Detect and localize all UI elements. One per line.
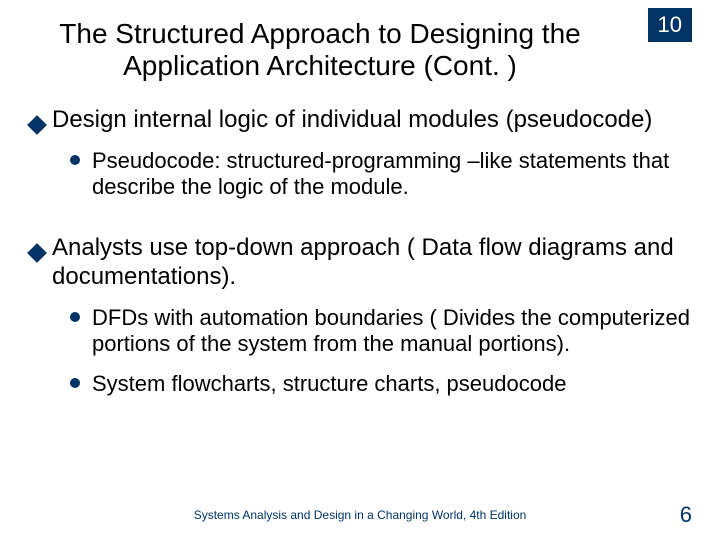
content-area: Design internal logic of individual modu… [30,100,690,411]
dot-bullet-icon [70,378,80,388]
bullet-text: System flowcharts, structure charts, pse… [92,371,566,396]
bullet-level2: System flowcharts, structure charts, pse… [70,371,690,397]
bullet-text: DFDs with automation boundaries ( Divide… [92,305,690,356]
page-number: 6 [680,502,692,528]
diamond-bullet-icon [30,241,44,255]
bullet-level1: Design internal logic of individual modu… [30,106,690,134]
bullet-text: Design internal logic of individual modu… [52,106,652,133]
chapter-badge: 10 [648,8,692,42]
bullet-level2: DFDs with automation boundaries ( Divide… [70,305,690,357]
bullet-level2: Pseudocode: structured-programming –like… [70,148,690,200]
footer-citation: Systems Analysis and Design in a Changin… [0,508,720,522]
dot-bullet-icon [70,155,80,165]
bullet-text: Pseudocode: structured-programming –like… [92,148,669,199]
dot-bullet-icon [70,312,80,322]
bullet-level1: Analysts use top-down approach ( Data fl… [30,234,690,291]
bullet-text: Analysts use top-down approach ( Data fl… [52,234,674,289]
slide-title: The Structured Approach to Designing the… [40,18,600,82]
diamond-bullet-icon [30,113,44,127]
